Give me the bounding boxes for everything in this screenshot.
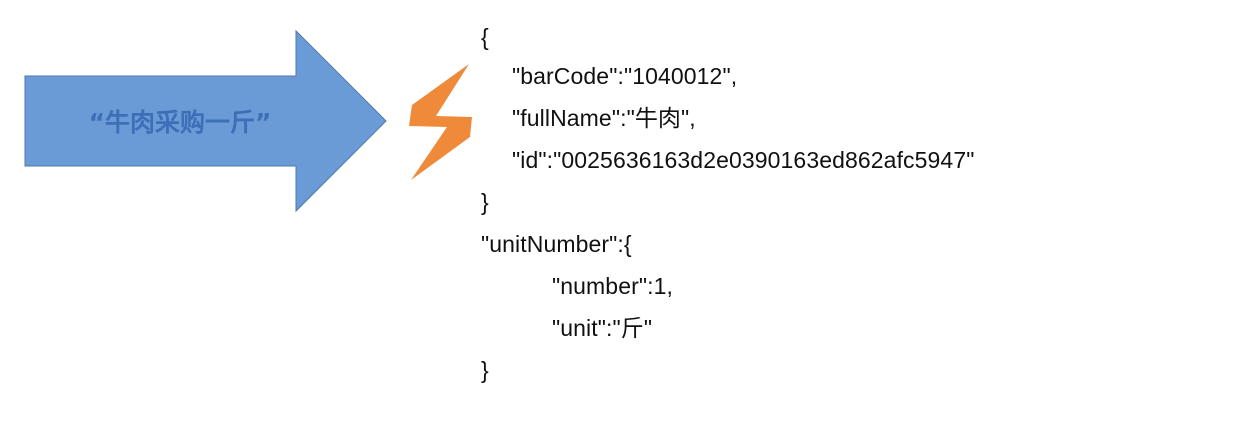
code-line-barcode: "barCode":"1040012", — [512, 63, 738, 89]
code-line-open-brace: { — [481, 24, 489, 50]
code-line-fullname: "fullName":"牛肉", — [512, 105, 696, 131]
arrow-label: “牛肉采购一斤” — [89, 108, 272, 137]
code-line-final-brace: } — [481, 357, 489, 383]
code-line-unit: "unit":"斤" — [552, 315, 653, 341]
code-line-number: "number":1, — [552, 273, 673, 299]
json-code-block: { "barCode":"1040012", "fullName":"牛肉", … — [0, 0, 974, 383]
lightning-bolt-icon — [409, 64, 472, 180]
code-line-close-brace: } — [481, 189, 489, 215]
code-line-id: "id":"0025636163d2e0390163ed862afc5947" — [512, 147, 975, 173]
code-line-unitnumber: "unitNumber":{ — [481, 231, 632, 257]
